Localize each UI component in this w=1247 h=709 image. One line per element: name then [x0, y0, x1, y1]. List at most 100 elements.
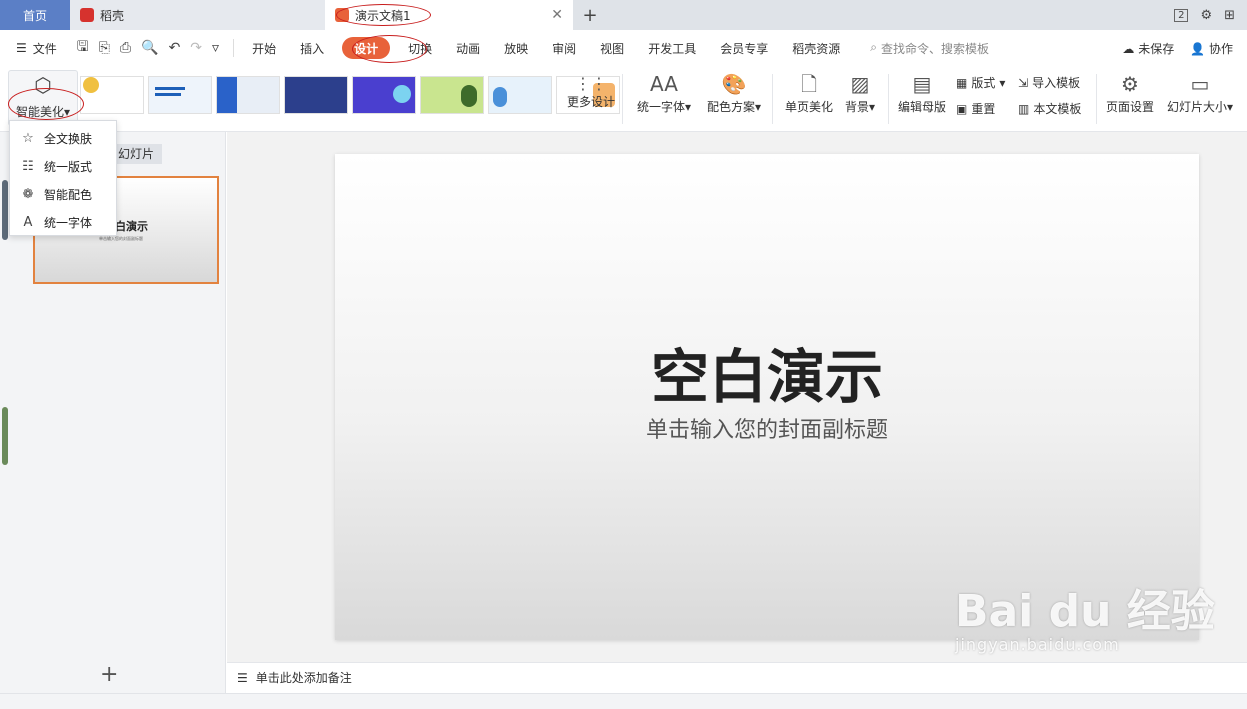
file-menu[interactable]: ☰ 文件 [0, 40, 69, 57]
collaborate-label: 协作 [1208, 41, 1233, 56]
print-icon[interactable]: ⎙ [120, 40, 131, 56]
tab-design[interactable]: 设计 [342, 37, 391, 59]
template-thumb[interactable] [420, 76, 484, 114]
slide-title[interactable]: 空白演示 [335, 330, 1199, 414]
slide-size-label: 幻灯片大小 [1166, 100, 1227, 114]
add-slide-button[interactable]: + [100, 662, 118, 687]
unsaved-label: 未保存 [1138, 41, 1175, 56]
page-setup-icon: ⚙ [1121, 72, 1139, 96]
smart-beautify-button[interactable]: ⬡ 智能美化▾ [8, 70, 78, 126]
menu-item-label: 统一字体 [44, 215, 93, 230]
color-scheme-button[interactable]: 🎨 配色方案▾ [704, 70, 764, 115]
menu-item-unify-layout[interactable]: ☷ 统一版式 [10, 152, 116, 180]
notes-pane[interactable]: ☰ 单击此处添加备注 [227, 662, 1247, 692]
menu-item-label: 智能配色 [44, 187, 93, 202]
more-design-label: 更多设计 [566, 95, 615, 109]
tab-daoke-resources[interactable]: 稻壳资源 [780, 37, 852, 59]
color-scheme-label: 配色方案 [706, 100, 755, 114]
slides-tab[interactable]: 幻灯片 [110, 144, 163, 164]
save-icon[interactable]: 🖫 [77, 36, 89, 60]
tab-document[interactable]: 演示文稿1 ✕ [325, 0, 573, 30]
template-thumb[interactable] [352, 76, 416, 114]
page-setup-button[interactable]: ⚙ 页面设置 [1104, 70, 1156, 115]
palette-icon: 🎨 [721, 72, 747, 96]
settings-icon[interactable]: ⚙ [1200, 8, 1212, 23]
import-template-button[interactable]: ⇲ 导入模板 [1018, 74, 1080, 91]
tab-member[interactable]: 会员专享 [708, 37, 780, 59]
background-label: 背景 [844, 100, 869, 114]
more-design-button[interactable]: ⋮⋮ 更多设计 [566, 74, 616, 110]
search-icon: ⌕ [870, 39, 877, 54]
preview-icon[interactable]: 🔍 [141, 40, 158, 56]
tab-start[interactable]: 开始 [240, 37, 288, 59]
divider [772, 74, 773, 124]
undo-icon[interactable]: ↶ [169, 40, 181, 56]
tab-transition[interactable]: 切换 [396, 37, 444, 59]
tab-home[interactable]: 首页 [0, 0, 70, 30]
template-thumb[interactable] [148, 76, 212, 114]
tab-insert[interactable]: 插入 [288, 37, 336, 59]
command-search[interactable]: ⌕ 查找命令、搜索模板 [870, 40, 989, 57]
template-thumb[interactable] [80, 76, 144, 114]
edit-master-button[interactable]: ▤ 编辑母版 [896, 70, 948, 115]
divider [233, 39, 235, 57]
customize-icon[interactable]: ▿ [212, 40, 219, 56]
layout-button[interactable]: ▦ 版式 ▾ [956, 74, 1005, 91]
slide-subtitle[interactable]: 单击输入您的封面副标题 [335, 412, 1199, 444]
grid-icon: ⋮⋮ [575, 74, 607, 93]
background-button[interactable]: ▨ 背景▾ [840, 70, 880, 115]
apps-grid-icon[interactable]: ⊞ [1224, 8, 1235, 23]
panel-scrollbar[interactable] [2, 180, 8, 240]
tab-developer[interactable]: 开发工具 [636, 37, 708, 59]
cube-icon: ⬡ [34, 73, 52, 97]
unify-font-button[interactable]: AA 统一字体▾ [634, 70, 694, 115]
star-icon: ☆ [22, 130, 34, 146]
window-count-icon[interactable]: 2 [1174, 8, 1189, 22]
font-icon: AA [650, 72, 678, 96]
thumb-title: 白演示 [115, 220, 148, 233]
menu-bar: ☰ 文件 🖫 ⎘ ⎙ 🔍 ↶ ↷ ▿ 开始 插入 设计 切换 动画 放映 审阅 … [0, 30, 1247, 66]
collaborate-button[interactable]: 👤 协作 [1190, 40, 1233, 57]
menu-item-smart-color[interactable]: ❁ 智能配色 [10, 180, 116, 208]
import-template-label: 导入模板 [1032, 76, 1081, 90]
template-thumb[interactable] [284, 76, 348, 114]
unsaved-status[interactable]: ☁ 未保存 [1122, 40, 1174, 57]
template-thumb[interactable] [488, 76, 552, 114]
panel-scrollbar-lower[interactable] [2, 407, 8, 465]
search-placeholder: 查找命令、搜索模板 [880, 41, 989, 56]
notes-icon: ☰ [237, 670, 248, 685]
slide-size-button[interactable]: ▭ 幻灯片大小▾ [1162, 70, 1238, 115]
layout-list-icon: ☷ [22, 158, 34, 174]
new-tab-button[interactable]: + [573, 0, 607, 30]
notes-placeholder: 单击此处添加备注 [255, 671, 352, 685]
reset-button[interactable]: ▣ 重置 [956, 100, 995, 117]
menu-item-full-reskin[interactable]: ☆ 全文换肤 [10, 124, 116, 152]
smart-beautify-menu: ☆ 全文换肤 ☷ 统一版式 ❁ 智能配色 A 统一字体 [9, 120, 117, 236]
this-template-button[interactable]: ▥ 本文模板 [1018, 100, 1081, 117]
close-icon[interactable]: ✕ [551, 7, 563, 23]
divider [888, 74, 889, 124]
file-menu-label: 文件 [32, 41, 57, 56]
reset-label: 重置 [971, 102, 996, 116]
layout-label: 版式 [971, 76, 996, 90]
menu-item-label: 统一版式 [44, 159, 93, 174]
single-page-beautify-button[interactable]: 🗋 单页美化 [782, 70, 836, 115]
slide[interactable]: 空白演示 单击输入您的封面副标题 [335, 154, 1199, 640]
font-icon: A [23, 214, 33, 230]
watermark-brand: Bai du 经验 [955, 586, 1215, 637]
single-page-beautify-label: 单页美化 [784, 100, 833, 114]
design-ribbon: ⬡ 智能美化▾ ⋮⋮ 更多设计 AA 统一字体▾ 🎨 配色方案▾ 🗋 单页美化 … [0, 66, 1247, 132]
tab-view[interactable]: 视图 [588, 37, 636, 59]
tab-daoke[interactable]: 稻壳 [70, 0, 325, 30]
redo-icon[interactable]: ↷ [190, 40, 202, 56]
tab-slideshow[interactable]: 放映 [492, 37, 540, 59]
menu-item-unify-font[interactable]: A 统一字体 [10, 208, 116, 236]
tab-review[interactable]: 审阅 [540, 37, 588, 59]
color-circles-icon: ❁ [22, 186, 34, 202]
background-icon: ▨ [850, 72, 870, 96]
template-thumb[interactable] [216, 76, 280, 114]
tab-animation[interactable]: 动画 [444, 37, 492, 59]
thumb-subtitle: 单击输入您的封面副标题 [99, 236, 143, 241]
export-icon[interactable]: ⎘ [99, 40, 110, 56]
layout-icon: ▦ [956, 75, 968, 90]
